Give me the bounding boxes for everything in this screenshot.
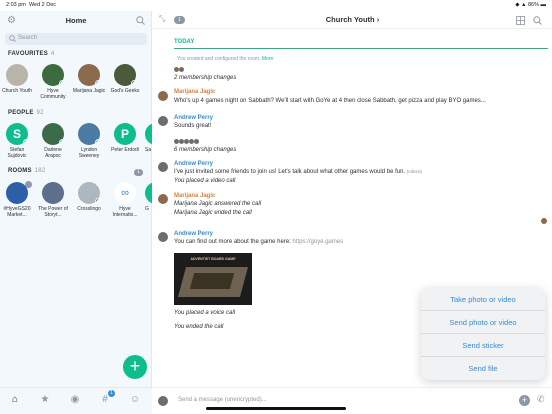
search-placeholder: Search [18, 35, 38, 41]
avatar [145, 123, 152, 145]
search-input[interactable]: Search [5, 33, 147, 45]
person-partial[interactable]: Sa [145, 123, 152, 153]
message-text: You can find out more about the game her… [174, 239, 344, 245]
room-hyve-international[interactable]: ∞ Hyve Internatio... [109, 182, 141, 218]
room-search-icon[interactable] [533, 16, 542, 25]
call-notice: You ended the call [174, 324, 224, 330]
membership-changes-2[interactable]: 6 membership changes [174, 147, 236, 153]
room-unread-badge [25, 181, 32, 188]
search-icon[interactable] [136, 16, 145, 25]
take-photo-option[interactable]: Take photo or video [421, 288, 545, 311]
call-phone-icon[interactable]: ✆ [537, 394, 545, 405]
avatar[interactable] [158, 116, 168, 126]
goye-link[interactable]: https://goye.games [293, 239, 344, 245]
search-field-icon [9, 35, 16, 42]
room-header: ⤡ 1 Church Youth › [153, 11, 552, 29]
favourites-tab-icon[interactable]: ★ [39, 394, 51, 406]
rooms-count-badge: 1 [134, 169, 143, 176]
message-text: Who's up 4 games night on Sabbath? We'll… [174, 98, 486, 104]
home-pane: ⚙ Home Search FAVOURITES 4 Church Youth H… [0, 11, 152, 414]
room-created-notice: · You created and configured the room. M… [174, 56, 274, 62]
home-indicator [206, 407, 346, 410]
person-peter-erdodi[interactable]: P Peter Erdodi [109, 123, 141, 153]
avatar[interactable] [158, 232, 168, 242]
avatar[interactable] [158, 194, 168, 204]
room-crosslingo[interactable]: Crosslingo [73, 182, 105, 212]
membership-avatars-2 [174, 139, 199, 146]
avatar [78, 182, 100, 204]
hyve-logo-icon: ∞ [114, 182, 136, 204]
status-time: 2:03 pm Wed 2 Dec [6, 2, 57, 8]
avatar[interactable] [158, 91, 168, 101]
avatar [42, 64, 64, 86]
membership-avatars [174, 67, 184, 74]
image-caption: ADVENTIST BOARD GAME [190, 257, 236, 261]
room-info-grid-icon[interactable] [516, 16, 525, 25]
avatar [42, 123, 64, 145]
call-notice: Marijana Jagic ended the call [174, 210, 252, 216]
date-separator: TODAY [174, 39, 195, 45]
rooms-row: #HyveGS20 Market... The Power of Storyt.… [0, 182, 152, 238]
message-sender[interactable]: Andrew Perry [174, 231, 213, 237]
avatar [42, 182, 64, 204]
favourite-church-youth[interactable]: Church Youth [1, 64, 33, 94]
favourite-hyve-community[interactable]: Hyve Community [37, 64, 69, 100]
rooms-tab-badge: 1 [108, 390, 115, 397]
avatar [78, 123, 100, 145]
room-title[interactable]: Church Youth › [153, 15, 552, 24]
room-partial[interactable]: G [145, 182, 152, 212]
message-sender[interactable]: Andrew Perry [174, 161, 213, 167]
attach-plus-icon[interactable]: + [519, 395, 530, 406]
message-input[interactable]: Send a message (unencrypted)... [178, 397, 267, 403]
favourites-header: FAVOURITES 4 [8, 51, 55, 57]
read-receipt-avatar [541, 218, 547, 224]
avatar [6, 64, 28, 86]
status-bar: 2:03 pm Wed 2 Dec ◆ ▲ 86% ▬ [0, 0, 552, 11]
send-sticker-option[interactable]: Send sticker [421, 334, 545, 357]
call-notice: Marijana Jagic answered the call [174, 201, 262, 207]
message-text: Sounds great! [174, 123, 212, 129]
send-photo-option[interactable]: Send photo or video [421, 311, 545, 334]
message-sender[interactable]: Marijana Jagic [174, 193, 215, 199]
tab-bar: ⌂ ★ ◉ # 1 ☺ [0, 387, 152, 414]
person-stefan-sujdovic[interactable]: S Stefan Sujdovic [1, 123, 33, 159]
avatar: P [114, 123, 136, 145]
create-room-button[interactable]: + [123, 355, 147, 379]
board-image-center [189, 273, 235, 289]
people-header: PEOPLE 92 [8, 110, 44, 116]
room-power-of-storytelling[interactable]: The Power of Storyt... [37, 182, 69, 218]
attachment-action-sheet: Take photo or video Send photo or video … [421, 288, 545, 380]
favourite-gods-geeks[interactable]: God's Geeks [109, 64, 141, 94]
person-darlene-arapoc[interactable]: Darlene Arapoc [37, 123, 69, 159]
call-notice: You placed a voice call [174, 310, 236, 316]
avatar [114, 64, 136, 86]
message-text: I've just invited some friends to join u… [174, 169, 423, 175]
people-tab-icon[interactable]: ◉ [69, 394, 81, 406]
person-lyndon-sweeney[interactable]: Lyndon Sweeney [73, 123, 105, 159]
send-file-option[interactable]: Send file [421, 357, 545, 380]
home-tab-icon[interactable]: ⌂ [9, 394, 21, 406]
image-attachment[interactable]: ADVENTIST BOARD GAME [174, 253, 252, 305]
call-notice: You placed a video call [174, 178, 236, 184]
home-header: ⚙ Home [0, 11, 152, 31]
rooms-header: ROOMS 182 [8, 168, 46, 174]
communities-tab-icon[interactable]: ☺ [129, 394, 141, 406]
avatar [158, 396, 168, 406]
avatar: S [6, 123, 28, 145]
more-link[interactable]: More [262, 56, 273, 62]
avatar [145, 182, 152, 204]
date-separator-line [174, 48, 548, 49]
avatar [78, 64, 100, 86]
home-title: Home [65, 16, 87, 25]
membership-changes-1[interactable]: 2 membership changes [174, 75, 236, 81]
avatar[interactable] [158, 162, 168, 172]
message-sender[interactable]: Andrew Perry [174, 115, 213, 121]
status-right: ◆ ▲ 86% ▬ [515, 2, 546, 8]
favourite-marijana-jagic[interactable]: Marijana Jagic [73, 64, 105, 94]
message-sender[interactable]: Marijana Jagic [174, 89, 215, 95]
